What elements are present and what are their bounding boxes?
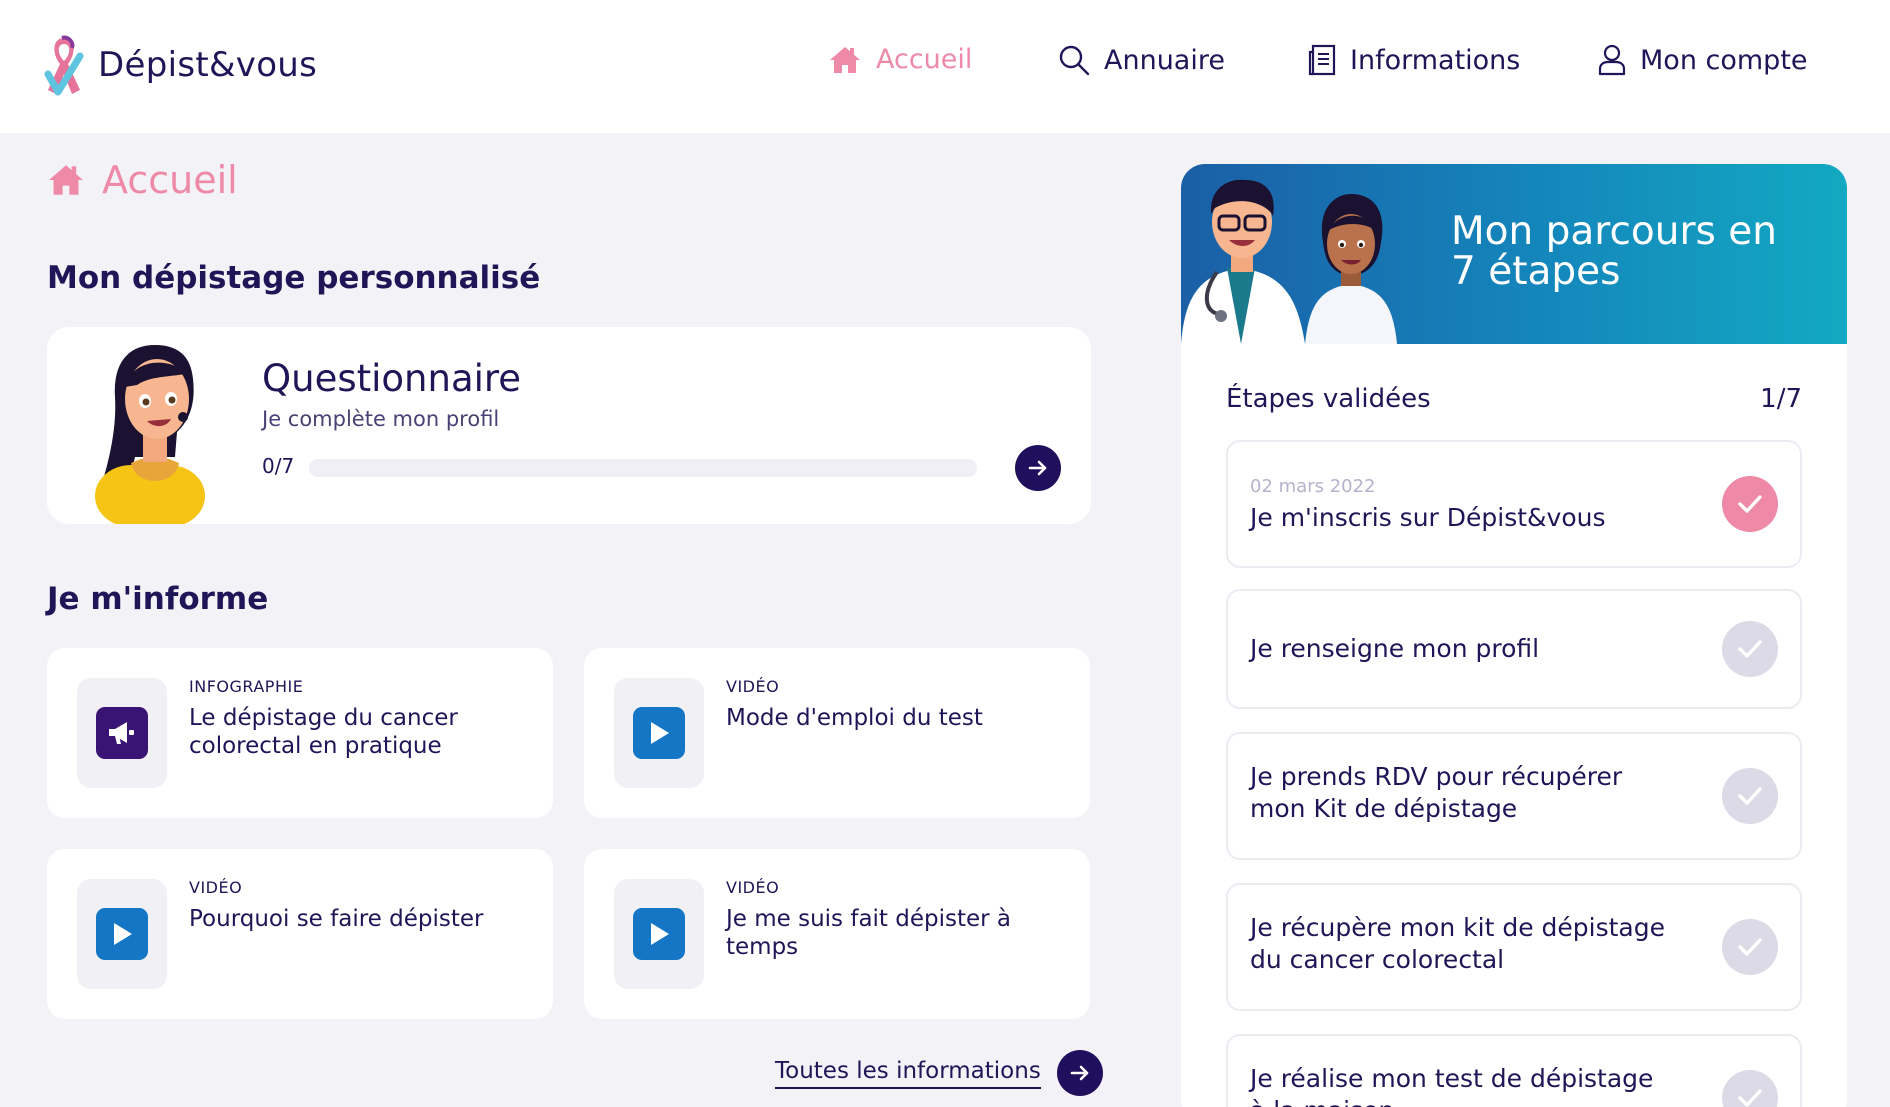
nav-accueil[interactable]: Accueil (828, 44, 972, 75)
step-label: Je récupère mon kit de dépistage du canc… (1250, 913, 1665, 974)
step-check-done (1722, 476, 1778, 532)
user-icon (1598, 44, 1626, 76)
ribbon-logo-icon (44, 35, 84, 96)
nav-annuaire-label: Annuaire (1104, 44, 1225, 76)
step-item-profil[interactable]: Je renseigne mon profil (1226, 589, 1802, 709)
info-card-title: Le dépistage du cancer colorectal en pra… (189, 705, 458, 759)
top-navigation-bar: Dépist&vous Accueil Annuaire Information… (0, 0, 1890, 133)
page-title: Accueil (46, 158, 238, 202)
nav-accueil-label: Accueil (876, 44, 973, 75)
home-icon (49, 165, 83, 195)
steps-validated-label: Étapes validées (1226, 384, 1431, 414)
step-item-realisation-test[interactable]: Je réalise mon test de dépistage à la ma… (1226, 1034, 1802, 1107)
info-card-icon-box (77, 678, 167, 788)
all-informations-label: Toutes les informations (775, 1058, 1041, 1089)
nav-mon-compte-label: Mon compte (1640, 44, 1808, 76)
step-item-recuperation-kit[interactable]: Je récupère mon kit de dépistage du canc… (1226, 883, 1802, 1011)
step-check-pending (1722, 768, 1778, 824)
info-card-type: VIDÉO (726, 878, 780, 897)
nav-mon-compte[interactable]: Mon compte (1598, 44, 1808, 76)
info-card-icon-box (614, 678, 704, 788)
play-icon (114, 923, 132, 945)
play-icon (651, 923, 669, 945)
page-title-text: Accueil (102, 158, 238, 202)
info-card-icon-tile (96, 908, 148, 960)
step-label: Je renseigne mon profil (1250, 634, 1540, 663)
questionnaire-go-button[interactable] (1015, 445, 1061, 491)
questionnaire-progress-bar (309, 459, 977, 477)
checkmark-icon (1738, 1089, 1762, 1107)
nav-annuaire[interactable]: Annuaire (1058, 44, 1225, 76)
info-card-video-mode-emploi[interactable]: VIDÉO Mode d'emploi du test (584, 648, 1090, 818)
info-card-icon-tile (633, 908, 685, 960)
app-logo[interactable]: Dépist&vous (44, 34, 317, 96)
info-card-video-pourquoi[interactable]: VIDÉO Pourquoi se faire dépister (47, 849, 553, 1019)
arrow-right-icon (1028, 460, 1047, 476)
step-label: Je prends RDV pour récupérer mon Kit de … (1250, 762, 1623, 823)
parcours-banner: Mon parcours en 7 étapes (1181, 164, 1847, 344)
checkmark-icon (1738, 640, 1762, 658)
woman-avatar-illustration (95, 345, 205, 524)
step-date: 02 mars 2022 (1250, 476, 1376, 497)
parcours-panel: Mon parcours en 7 étapes Étapes validées… (1181, 164, 1847, 1107)
document-icon (1308, 44, 1336, 76)
step-label: Je m'inscris sur Dépist&vous (1250, 503, 1606, 532)
doctors-illustration (1181, 179, 1397, 344)
info-card-type: INFOGRAPHIE (189, 677, 304, 696)
screening-section-title: Mon dépistage personnalisé (47, 260, 541, 296)
checkmark-icon (1738, 495, 1762, 513)
info-card-video-temoignage[interactable]: VIDÉO Je me suis fait dépister à temps (584, 849, 1090, 1019)
step-check-pending (1722, 621, 1778, 677)
info-card-icon-tile (633, 707, 685, 759)
all-informations-link[interactable]: Toutes les informations (775, 1050, 1103, 1096)
inform-section-title: Je m'informe (47, 581, 269, 617)
parcours-banner-title: Mon parcours en 7 étapes (1451, 209, 1777, 294)
info-card-infographie[interactable]: INFOGRAPHIE Le dépistage du cancer color… (47, 648, 553, 818)
megaphone-icon (109, 722, 134, 744)
search-icon (1059, 45, 1090, 76)
info-card-type: VIDÉO (726, 677, 780, 696)
checkmark-icon (1738, 938, 1762, 956)
step-check-pending (1722, 1070, 1778, 1107)
step-item-rdv-kit[interactable]: Je prends RDV pour récupérer mon Kit de … (1226, 732, 1802, 860)
arrow-right-icon (1070, 1065, 1089, 1081)
questionnaire-card[interactable]: Questionnaire Je complète mon profil 0/7 (47, 327, 1091, 524)
step-item-inscription[interactable]: 02 mars 2022 Je m'inscris sur Dépist&vou… (1226, 440, 1802, 568)
questionnaire-title: Questionnaire (262, 357, 522, 400)
step-label: Je réalise mon test de dépistage à la ma… (1250, 1064, 1654, 1107)
questionnaire-progress-count: 0/7 (262, 454, 295, 478)
info-card-title: Pourquoi se faire dépister (189, 906, 484, 932)
home-icon (830, 46, 860, 73)
all-informations-button[interactable] (1056, 1050, 1103, 1096)
checkmark-icon (1738, 787, 1762, 805)
play-icon (651, 722, 669, 744)
info-card-title: Mode d'emploi du test (726, 705, 983, 731)
steps-validated-count: 1/7 (1760, 384, 1802, 414)
nav-informations-label: Informations (1350, 44, 1521, 76)
info-card-title: Je me suis fait dépister à temps (726, 906, 1012, 960)
questionnaire-subtitle: Je complète mon profil (262, 407, 500, 431)
step-check-pending (1722, 919, 1778, 975)
info-card-icon-box (614, 879, 704, 989)
info-card-icon-tile (96, 707, 148, 759)
app-name: Dépist&vous (98, 45, 318, 85)
info-card-type: VIDÉO (189, 878, 243, 897)
info-card-icon-box (77, 879, 167, 989)
nav-informations[interactable]: Informations (1308, 44, 1520, 76)
